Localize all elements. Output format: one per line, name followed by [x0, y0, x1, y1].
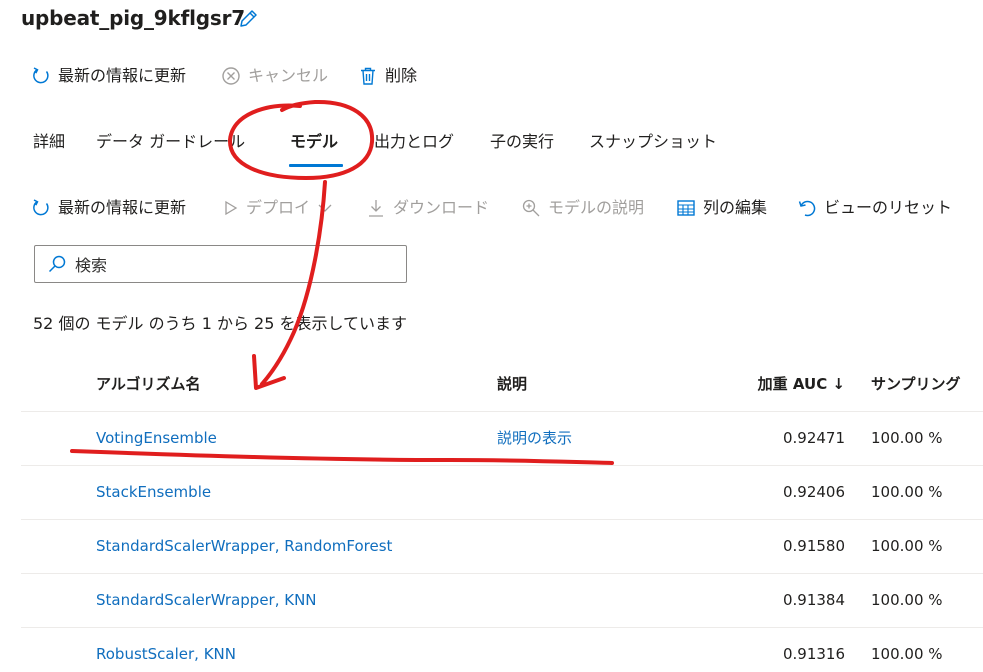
explain-model-label: モデルの説明: [548, 198, 645, 217]
deploy-button[interactable]: デプロイ: [223, 197, 333, 219]
table-columns-icon: [677, 200, 695, 216]
column-header-weighted-auc[interactable]: 加重 AUC ↓: [725, 373, 845, 395]
sampling-value: 100.00 %: [871, 429, 943, 447]
tab-snapshot[interactable]: スナップショット: [589, 130, 717, 154]
edit-pencil-icon[interactable]: [237, 8, 259, 30]
column-header-algorithm[interactable]: アルゴリズム名: [96, 373, 201, 395]
model-link[interactable]: StackEnsemble: [96, 481, 211, 503]
column-header-explanation[interactable]: 説明: [497, 373, 527, 395]
refresh-icon: [33, 67, 49, 84]
row-divider: [21, 465, 983, 466]
tab-child-runs[interactable]: 子の実行: [490, 130, 554, 154]
delete-label: 削除: [385, 66, 418, 85]
header-divider: [21, 411, 983, 412]
explain-model-button[interactable]: モデルの説明: [521, 197, 644, 219]
model-link[interactable]: RobustScaler, KNN: [96, 643, 236, 665]
chevron-down-icon: [318, 204, 332, 212]
sampling-value: 100.00 %: [871, 483, 943, 501]
download-label: ダウンロード: [393, 198, 490, 217]
refresh-button[interactable]: 最新の情報に更新: [31, 65, 186, 87]
delete-button[interactable]: 削除: [358, 65, 417, 87]
row-divider: [21, 519, 983, 520]
sampling-value: 100.00 %: [871, 537, 943, 555]
edit-columns-label: 列の編集: [703, 198, 768, 217]
refresh-label: 最新の情報に更新: [58, 66, 187, 85]
reset-view-button[interactable]: ビューのリセット: [797, 197, 952, 219]
search-icon: [48, 255, 66, 273]
sampling-value: 100.00 %: [871, 591, 943, 609]
zoom-search-icon: [522, 199, 540, 217]
download-button[interactable]: ダウンロード: [366, 197, 489, 219]
auc-value: 0.91316: [782, 645, 845, 663]
red-annotation-overlay: [70, 99, 614, 465]
trash-icon: [361, 67, 375, 85]
tab-details[interactable]: 詳細: [33, 130, 65, 154]
red-underline-annotation: [70, 449, 614, 465]
model-link[interactable]: StandardScalerWrapper, KNN: [96, 589, 317, 611]
column-header-sampling[interactable]: サンプリング: [871, 373, 961, 395]
auc-value: 0.92471: [782, 429, 845, 447]
play-icon: [225, 200, 238, 216]
search-input[interactable]: 検索: [34, 245, 407, 283]
cancel-button[interactable]: キャンセル: [221, 65, 328, 87]
edit-columns-button[interactable]: 列の編集: [676, 197, 767, 219]
models-refresh-button[interactable]: 最新の情報に更新: [31, 197, 186, 219]
tab-data-guardrails[interactable]: データ ガードレール: [96, 130, 245, 154]
auc-value: 0.92406: [782, 483, 845, 501]
auc-value: 0.91384: [782, 591, 845, 609]
reset-view-label: ビューのリセット: [824, 198, 953, 217]
tab-outputs-logs[interactable]: 出力とログ: [374, 130, 454, 154]
undo-icon: [798, 200, 816, 217]
cancel-label: キャンセル: [248, 66, 329, 85]
cancel-circle-icon: [222, 67, 240, 85]
models-refresh-label: 最新の情報に更新: [58, 198, 187, 217]
auc-value: 0.91580: [782, 537, 845, 555]
run-title: upbeat_pig_9kflgsr7: [21, 6, 245, 30]
active-tab-indicator: [289, 164, 343, 167]
view-explanation-link[interactable]: 説明の表示: [497, 427, 572, 449]
result-count: 52 個の モデル のうち 1 から 25 を表示しています: [33, 314, 408, 333]
refresh-icon: [33, 199, 49, 216]
deploy-label: デプロイ: [246, 198, 311, 217]
tab-models[interactable]: モデル: [290, 130, 338, 154]
row-divider: [21, 573, 983, 574]
red-arrowhead-annotation: [252, 354, 286, 390]
sampling-value: 100.00 %: [871, 645, 943, 663]
search-placeholder: 検索: [75, 256, 108, 275]
download-icon: [369, 200, 383, 217]
model-link[interactable]: VotingEnsemble: [96, 427, 217, 449]
model-link[interactable]: StandardScalerWrapper, RandomForest: [96, 535, 392, 557]
row-divider: [21, 627, 983, 628]
